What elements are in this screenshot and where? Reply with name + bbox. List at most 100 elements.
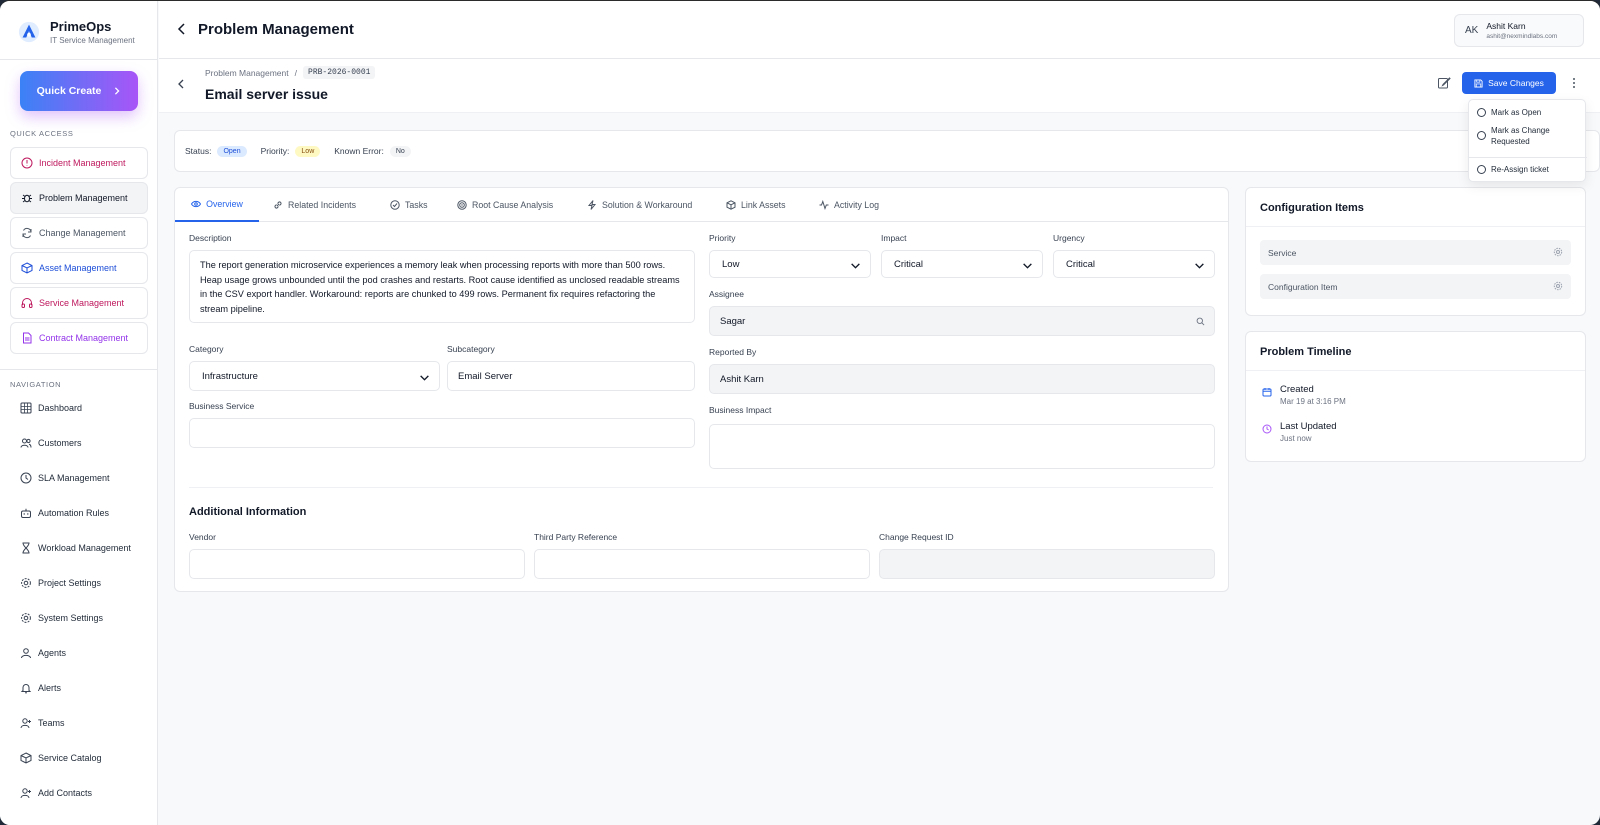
subcategory-label: Subcategory <box>447 344 495 354</box>
menu-item-label: Mark as Open <box>1491 108 1542 117</box>
nav-project-settings[interactable]: Project Settings <box>20 577 101 589</box>
subcategory-value: Email Server <box>458 371 513 382</box>
status-badge: Open <box>217 145 247 157</box>
activity-icon <box>819 200 829 210</box>
timeline-event-title: Created <box>1280 384 1314 395</box>
quick-access-label: Change Management <box>39 228 126 238</box>
tab-label: Solution & Workaround <box>602 200 693 210</box>
quick-access-service-management[interactable]: Service Management <box>10 287 148 319</box>
nav-automation-rules[interactable]: Automation Rules <box>20 507 109 519</box>
nav-sla-management[interactable]: SLA Management <box>20 472 110 484</box>
bell-icon <box>20 684 32 694</box>
brand[interactable]: PrimeOps IT Service Management <box>18 19 135 45</box>
description-textarea[interactable]: The report generation microservice exper… <box>189 250 695 323</box>
avatar: AK <box>1465 25 1479 36</box>
nav-teams[interactable]: Teams <box>20 717 65 729</box>
robot-icon <box>21 508 31 518</box>
gear-icon <box>21 613 31 623</box>
subcategory-input[interactable]: Email Server <box>447 361 695 391</box>
edit-icon[interactable] <box>1437 76 1451 90</box>
tab-solution-workaround[interactable]: Solution & Workaround <box>587 188 692 222</box>
back-arrow-icon[interactable] <box>175 22 189 36</box>
save-changes-button[interactable]: Save Changes <box>1462 72 1556 94</box>
nav-service-catalog[interactable]: Service Catalog <box>20 752 102 764</box>
user-plus-icon <box>20 788 31 799</box>
nav-label: Automation Rules <box>38 508 110 518</box>
target-icon <box>457 200 467 210</box>
quick-create-button[interactable]: Quick Create <box>20 71 138 111</box>
quick-access-label: Asset Management <box>39 263 117 273</box>
chevron-down-icon <box>1023 263 1032 269</box>
tab-overview[interactable]: Overview <box>175 188 259 222</box>
gear-icon[interactable] <box>1553 281 1563 291</box>
tab-label: Overview <box>206 199 243 209</box>
problem-timeline-title: Problem Timeline <box>1260 346 1352 358</box>
gear-icon <box>21 578 31 588</box>
gear-icon[interactable] <box>1553 247 1563 257</box>
radio-icon <box>1477 108 1486 117</box>
breadcrumb: Problem Management / PRB-2026-0001 <box>205 66 376 79</box>
tab-root-cause-analysis[interactable]: Root Cause Analysis <box>457 188 553 222</box>
user-icon <box>21 648 31 659</box>
more-options-icon[interactable] <box>1568 76 1580 90</box>
refresh-icon <box>22 227 32 239</box>
priority-badge: Low <box>295 145 321 157</box>
divider <box>189 487 1213 488</box>
quick-access-asset-management[interactable]: Asset Management <box>10 252 148 284</box>
quick-access-problem-management[interactable]: Problem Management <box>10 182 148 214</box>
nav-workload-management[interactable]: Workload Management <box>20 542 131 554</box>
menu-item-reassign-ticket[interactable]: Re-Assign ticket <box>1477 164 1549 175</box>
user-menu[interactable]: AK Ashit Karn ashit@nexmindlabs.com <box>1454 14 1584 47</box>
chevron-right-icon <box>115 87 120 95</box>
impact-select[interactable]: Critical <box>881 250 1043 278</box>
cube-icon <box>20 752 32 764</box>
tab-activity-log[interactable]: Activity Log <box>819 188 879 222</box>
divider <box>0 59 158 60</box>
nav-system-settings[interactable]: System Settings <box>20 612 103 624</box>
back-arrow-icon[interactable] <box>175 78 187 90</box>
third-party-reference-input[interactable] <box>534 549 870 579</box>
nav-add-contacts[interactable]: Add Contacts <box>20 787 92 799</box>
additional-information-heading: Additional Information <box>189 506 307 518</box>
timeline-event-time: Just now <box>1280 434 1312 443</box>
quick-access-contract-management[interactable]: Contract Management <box>10 322 148 354</box>
hourglass-icon <box>22 542 30 554</box>
vendor-input[interactable] <box>189 549 525 579</box>
urgency-select[interactable]: Critical <box>1053 250 1215 278</box>
nav-agents[interactable]: Agents <box>20 647 66 659</box>
timeline-event-time: Mar 19 at 3:16 PM <box>1280 397 1346 406</box>
divider <box>1246 370 1585 371</box>
tab-link-assets[interactable]: Link Assets <box>726 188 786 222</box>
breadcrumb-parent[interactable]: Problem Management <box>205 68 289 78</box>
top-header: Problem Management AK Ashit Karn ashit@n… <box>159 1 1600 59</box>
nav-label: Dashboard <box>38 403 83 413</box>
tab-label: Related Incidents <box>288 200 356 210</box>
priority-select[interactable]: Low <box>709 250 871 278</box>
nav-label: Project Settings <box>38 578 102 588</box>
problem-timeline-card: Problem Timeline Created Mar 19 at 3:16 … <box>1245 331 1586 462</box>
menu-item-mark-open[interactable]: Mark as Open <box>1477 107 1541 118</box>
users-icon <box>20 438 32 448</box>
nav-customers[interactable]: Customers <box>20 437 82 449</box>
tab-related-incidents[interactable]: Related Incidents <box>273 188 356 222</box>
nav-dashboard[interactable]: Dashboard <box>20 402 82 414</box>
tab-tasks[interactable]: Tasks <box>390 188 428 222</box>
impact-label: Impact <box>881 233 907 243</box>
reported-by-value: Ashit Karn <box>720 374 764 385</box>
menu-item-mark-change-requested[interactable]: Mark as Change Requested <box>1477 125 1567 147</box>
description-label: Description <box>189 233 232 243</box>
ci-configuration-item-row[interactable]: Configuration Item <box>1260 274 1571 299</box>
quick-access-change-management[interactable]: Change Management <box>10 217 148 249</box>
record-header: Problem Management / PRB-2026-0001 Email… <box>159 59 1600 113</box>
problem-detail-card: Overview Related Incidents Tasks Root Ca… <box>174 187 1229 592</box>
chevron-down-icon <box>1195 263 1204 269</box>
business-impact-textarea[interactable] <box>709 424 1215 469</box>
cube-icon <box>21 262 33 274</box>
ci-service-row[interactable]: Service <box>1260 240 1571 265</box>
nav-alerts[interactable]: Alerts <box>20 682 61 694</box>
category-select[interactable]: Infrastructure <box>189 361 440 391</box>
record-title: Email server issue <box>205 86 328 102</box>
business-service-input[interactable] <box>189 418 695 448</box>
quick-access-incident-management[interactable]: Incident Management <box>10 147 148 179</box>
assignee-search-input[interactable]: Sagar <box>709 306 1215 336</box>
